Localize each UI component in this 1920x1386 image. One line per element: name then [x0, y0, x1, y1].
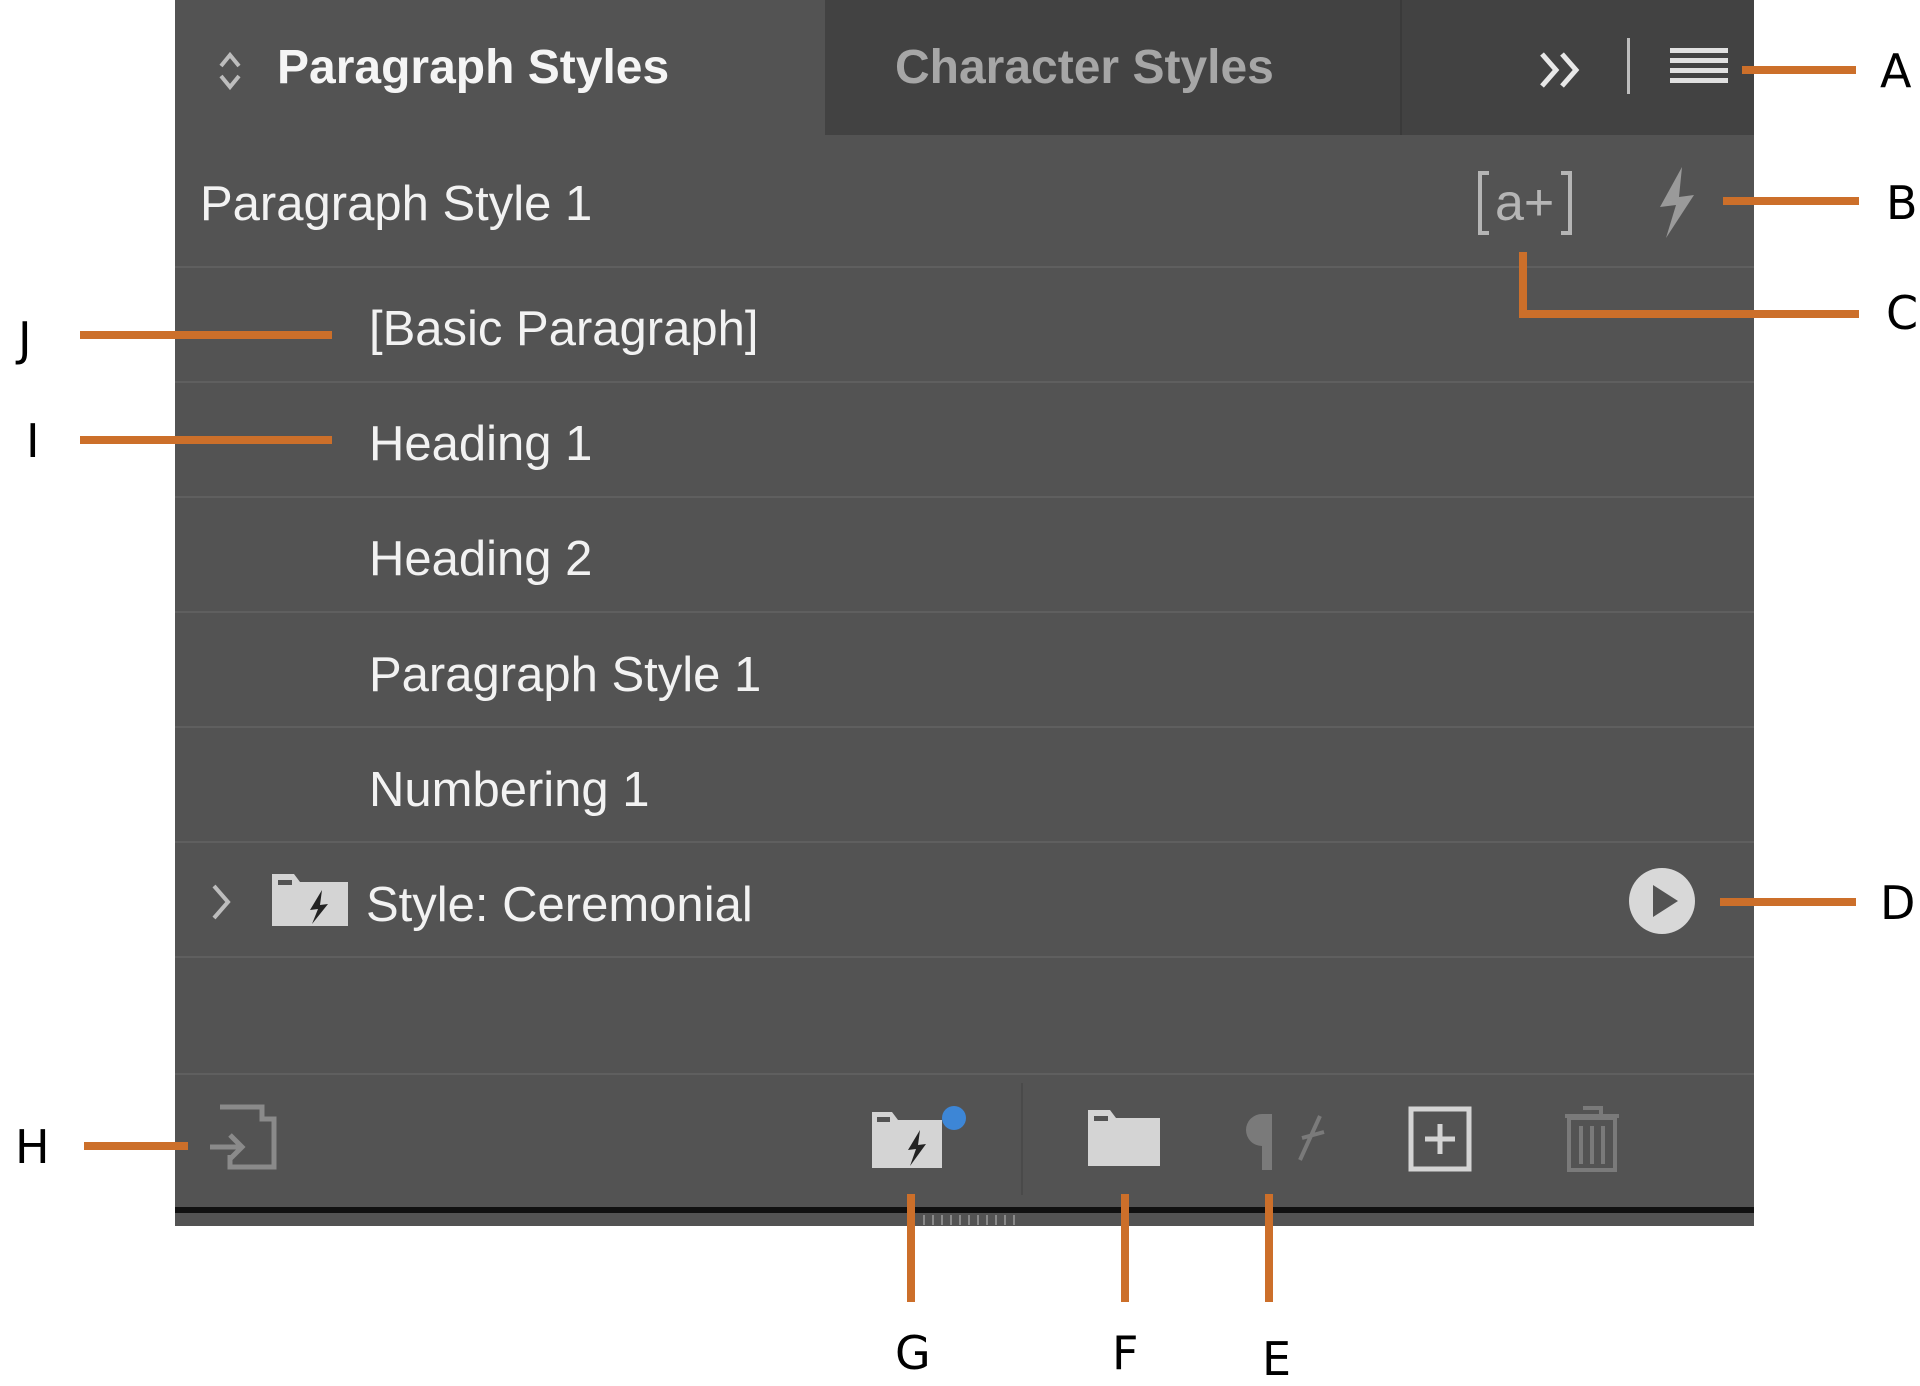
- leader-f: [1121, 1194, 1129, 1302]
- leader-b: [1723, 197, 1859, 205]
- clear-overrides-icon[interactable]: [1240, 1110, 1336, 1172]
- style-group-name[interactable]: Style: Ceremonial: [366, 881, 753, 930]
- callout-h: H: [15, 1120, 50, 1174]
- tab-paragraph-styles[interactable]: Paragraph Styles: [277, 44, 669, 92]
- new-group-folder-icon[interactable]: [1086, 1108, 1162, 1168]
- callout-d: D: [1880, 876, 1916, 930]
- style-name[interactable]: Heading 2: [369, 535, 592, 584]
- play-button-icon[interactable]: [1628, 867, 1696, 935]
- create-style-override-icon[interactable]: a+: [1477, 170, 1573, 236]
- style-name[interactable]: Paragraph Style 1: [369, 651, 761, 700]
- toolbar-divider: [1627, 38, 1630, 94]
- style-group-folder-icon: [272, 874, 348, 926]
- new-badge: [942, 1106, 966, 1130]
- current-style-name: Paragraph Style 1: [200, 177, 593, 231]
- leader-a: [1742, 66, 1856, 74]
- tab-divider: [1400, 0, 1402, 135]
- leader-e: [1265, 1194, 1273, 1302]
- leader-c: [1519, 310, 1859, 318]
- load-styles-icon[interactable]: [210, 1104, 284, 1173]
- callout-g: G: [895, 1326, 931, 1380]
- panel-bottom-edge: [175, 1207, 1754, 1213]
- overflow-chevrons-icon[interactable]: [1538, 50, 1588, 90]
- callout-c: C: [1886, 286, 1919, 340]
- style-name[interactable]: [Basic Paragraph]: [369, 305, 759, 354]
- footer-separator: [1021, 1083, 1023, 1195]
- leader-h: [84, 1142, 188, 1150]
- tab-character-styles[interactable]: Character Styles: [895, 44, 1274, 92]
- leader-d: [1720, 898, 1856, 906]
- style-name[interactable]: Numbering 1: [369, 766, 650, 815]
- new-style-icon[interactable]: [1408, 1106, 1472, 1172]
- delete-trash-icon[interactable]: [1563, 1106, 1621, 1174]
- svg-text:a+: a+: [1495, 174, 1554, 232]
- sort-arrows-icon[interactable]: [218, 50, 242, 92]
- leader-g: [907, 1194, 915, 1302]
- callout-f: F: [1112, 1326, 1139, 1380]
- leader-c-vertical: [1519, 252, 1527, 318]
- panel-menu-icon[interactable]: [1670, 46, 1728, 86]
- callout-j: J: [18, 312, 32, 366]
- callout-e: E: [1262, 1332, 1292, 1386]
- callout-b: B: [1886, 176, 1918, 230]
- footer-divider: [175, 1073, 1754, 1075]
- leader-j: [80, 331, 332, 339]
- leader-i: [80, 436, 332, 444]
- callout-i: I: [26, 414, 40, 468]
- expand-chevron-icon[interactable]: [210, 882, 232, 922]
- style-name[interactable]: Heading 1: [369, 420, 592, 469]
- quick-apply-lightning-icon[interactable]: [1652, 165, 1702, 240]
- resize-grip[interactable]: [923, 1215, 1017, 1225]
- callout-a: A: [1880, 44, 1912, 98]
- new-style-group-from-lightning-icon[interactable]: [870, 1102, 970, 1170]
